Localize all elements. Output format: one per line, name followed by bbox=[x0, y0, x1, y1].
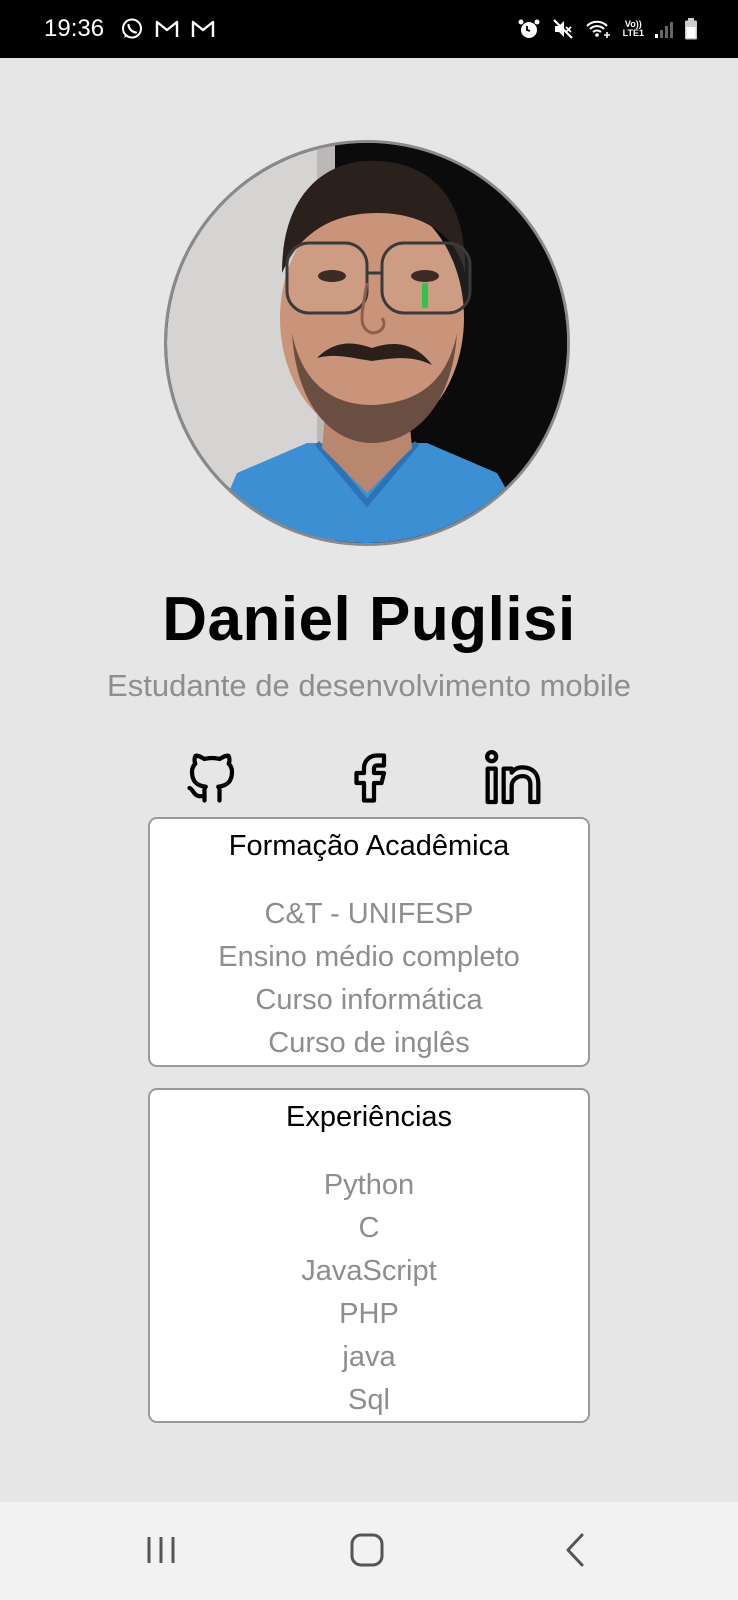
experience-title: Experiências bbox=[285, 1101, 453, 1133]
network-label-bottom: LTE1 bbox=[622, 28, 644, 38]
profile-avatar bbox=[164, 140, 570, 546]
status-right: Vo)) LTE1 bbox=[517, 0, 698, 58]
mute-icon bbox=[551, 17, 575, 41]
status-left: 19:36 bbox=[44, 0, 216, 58]
home-icon bbox=[349, 1532, 385, 1573]
status-bar: 19:36 Vo)) LTE1 bbox=[0, 0, 738, 58]
alarm-icon bbox=[517, 17, 541, 41]
list-item: Curso informática bbox=[255, 984, 483, 1016]
list-item: Curso de inglês bbox=[268, 1027, 470, 1059]
battery-icon bbox=[684, 17, 698, 41]
list-item: java bbox=[342, 1341, 396, 1373]
gmail-icon bbox=[154, 18, 180, 40]
profile-name: Daniel Puglisi bbox=[162, 585, 576, 654]
facebook-link[interactable] bbox=[334, 745, 404, 815]
list-item: Sql bbox=[348, 1384, 390, 1416]
facebook-icon bbox=[339, 748, 399, 813]
recent-apps-icon bbox=[144, 1533, 178, 1572]
list-item: Python bbox=[323, 1169, 415, 1201]
github-link[interactable] bbox=[177, 745, 247, 815]
education-title: Formação Acadêmica bbox=[228, 830, 510, 862]
back-button[interactable] bbox=[540, 1524, 610, 1580]
education-card: Formação Acadêmica C&T - UNIFESP Ensino … bbox=[148, 817, 590, 1067]
volte-lte-icon: Vo)) LTE1 bbox=[623, 20, 644, 38]
github-icon bbox=[182, 748, 242, 813]
linkedin-icon bbox=[481, 746, 545, 815]
wifi-calling-icon bbox=[585, 18, 613, 40]
system-nav-bar bbox=[0, 1502, 738, 1600]
experience-card: Experiências Python C JavaScript PHP jav… bbox=[148, 1088, 590, 1423]
experience-list: Python C JavaScript PHP java Sql bbox=[150, 1164, 588, 1422]
linkedin-link[interactable] bbox=[478, 745, 548, 815]
back-icon bbox=[560, 1532, 590, 1573]
education-list: C&T - UNIFESP Ensino médio completo Curs… bbox=[150, 893, 588, 1065]
list-item: Ensino médio completo bbox=[218, 941, 520, 973]
whatsapp-icon bbox=[120, 17, 144, 41]
list-item: PHP bbox=[339, 1298, 399, 1330]
list-item: JavaScript bbox=[301, 1255, 437, 1287]
gmail-icon bbox=[190, 18, 216, 40]
list-item: C&T - UNIFESP bbox=[264, 898, 474, 930]
signal-icon bbox=[654, 19, 674, 39]
home-button[interactable] bbox=[332, 1524, 402, 1580]
profile-subtitle: Estudante de desenvolvimento mobile bbox=[107, 668, 631, 703]
list-item: C bbox=[358, 1212, 380, 1244]
recent-apps-button[interactable] bbox=[126, 1524, 196, 1580]
status-time: 19:36 bbox=[44, 15, 105, 42]
